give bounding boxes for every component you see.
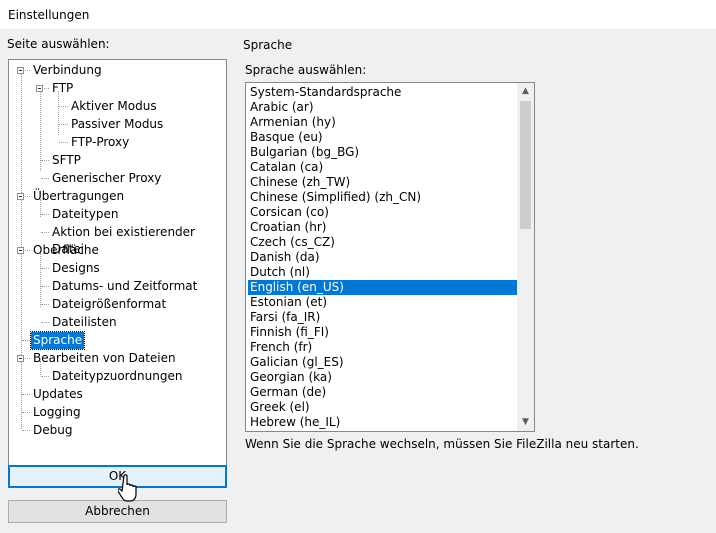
language-option[interactable]: Arabic (ar) (248, 100, 517, 115)
language-option[interactable]: Armenian (hy) (248, 115, 517, 130)
language-option[interactable]: Finnish (fi_FI) (248, 325, 517, 340)
language-option[interactable]: German (de) (248, 385, 517, 400)
collapse-toggle-icon[interactable] (17, 193, 24, 200)
tree-item[interactable]: Datums- und Zeitformat (50, 278, 199, 295)
tree-item[interactable]: FTP (50, 80, 75, 97)
scroll-up-icon[interactable]: ▲ (517, 83, 534, 100)
language-option[interactable]: Chinese (zh_TW) (248, 175, 517, 190)
scroll-thumb[interactable] (520, 101, 531, 229)
tree-item[interactable]: Aktion bei existierender Datei (50, 224, 226, 256)
language-select-label: Sprache auswählen: (245, 63, 367, 77)
dialog-body: Seite auswählen: Verbindung FTP Aktiver Mo… (0, 30, 716, 533)
tree-item[interactable]: Verbindung (31, 62, 104, 79)
tree-item[interactable]: Oberfläche (31, 242, 101, 259)
language-listbox[interactable]: System-Standardsprache Arabic (ar) Armenia… (245, 82, 535, 432)
language-option[interactable]: French (fr) (248, 340, 517, 355)
tree-item[interactable]: Updates (31, 386, 85, 403)
tree-item[interactable]: Passiver Modus (69, 116, 165, 133)
language-option[interactable]: Hebrew (he_IL) (248, 415, 517, 430)
tree-label: Seite auswählen: (7, 37, 110, 51)
tree-item[interactable]: Dateitypzuordnungen (50, 368, 184, 385)
hand-cursor-icon (118, 474, 137, 502)
language-option[interactable]: Galician (gl_ES) (248, 355, 517, 370)
language-option[interactable]: Basque (eu) (248, 130, 517, 145)
language-option[interactable]: System-Standardsprache (248, 85, 517, 100)
window-title: Einstellungen (8, 8, 90, 22)
language-option[interactable]: Czech (cs_CZ) (248, 235, 517, 250)
tree-item[interactable]: SFTP (50, 152, 83, 169)
tree-item[interactable]: Logging (31, 404, 83, 421)
language-option[interactable]: Georgian (ka) (248, 370, 517, 385)
language-option[interactable]: Greek (el) (248, 400, 517, 415)
tree-item[interactable]: Dateitypen (50, 206, 120, 223)
tree-item[interactable]: FTP-Proxy (69, 134, 131, 151)
collapse-toggle-icon[interactable] (17, 67, 24, 74)
language-scrollbar[interactable]: ▲ ▼ (517, 83, 534, 431)
tree-item[interactable]: Designs (50, 260, 102, 277)
tree-item[interactable]: Dateigrößenformat (50, 296, 168, 313)
language-option[interactable]: Croatian (hr) (248, 220, 517, 235)
language-option[interactable]: Chinese (Simplified) (zh_CN) (248, 190, 517, 205)
tree-item[interactable]: Bearbeiten von Dateien (31, 350, 178, 367)
language-option[interactable]: English (en_US) (248, 280, 517, 295)
collapse-toggle-icon[interactable] (17, 355, 24, 362)
language-option[interactable]: Bulgarian (bg_BG) (248, 145, 517, 160)
tree-item[interactable]: Übertragungen (31, 188, 126, 205)
language-option[interactable]: Estonian (et) (248, 295, 517, 310)
language-option[interactable]: Corsican (co) (248, 205, 517, 220)
restart-note: Wenn Sie die Sprache wechseln, müssen Si… (245, 437, 639, 451)
language-option[interactable]: Catalan (ca) (248, 160, 517, 175)
tree-item[interactable]: Sprache (29, 331, 86, 350)
settings-tree[interactable]: Verbindung FTP Aktiver Modus Passiver Modus… (8, 59, 227, 488)
language-option[interactable]: Dutch (nl) (248, 265, 517, 280)
collapse-toggle-icon[interactable] (17, 247, 24, 254)
collapse-toggle-icon[interactable] (36, 85, 43, 92)
tree-item[interactable]: Debug (31, 422, 74, 439)
group-title: Sprache (243, 38, 293, 52)
title-bar: Einstellungen (0, 0, 716, 30)
tree-item[interactable]: Dateilisten (50, 314, 119, 331)
tree-item[interactable]: Aktiver Modus (69, 98, 159, 115)
tree-item[interactable]: Generischer Proxy (50, 170, 163, 187)
language-option[interactable]: Farsi (fa_IR) (248, 310, 517, 325)
scroll-down-icon[interactable]: ▼ (517, 414, 534, 431)
language-option[interactable]: Danish (da) (248, 250, 517, 265)
